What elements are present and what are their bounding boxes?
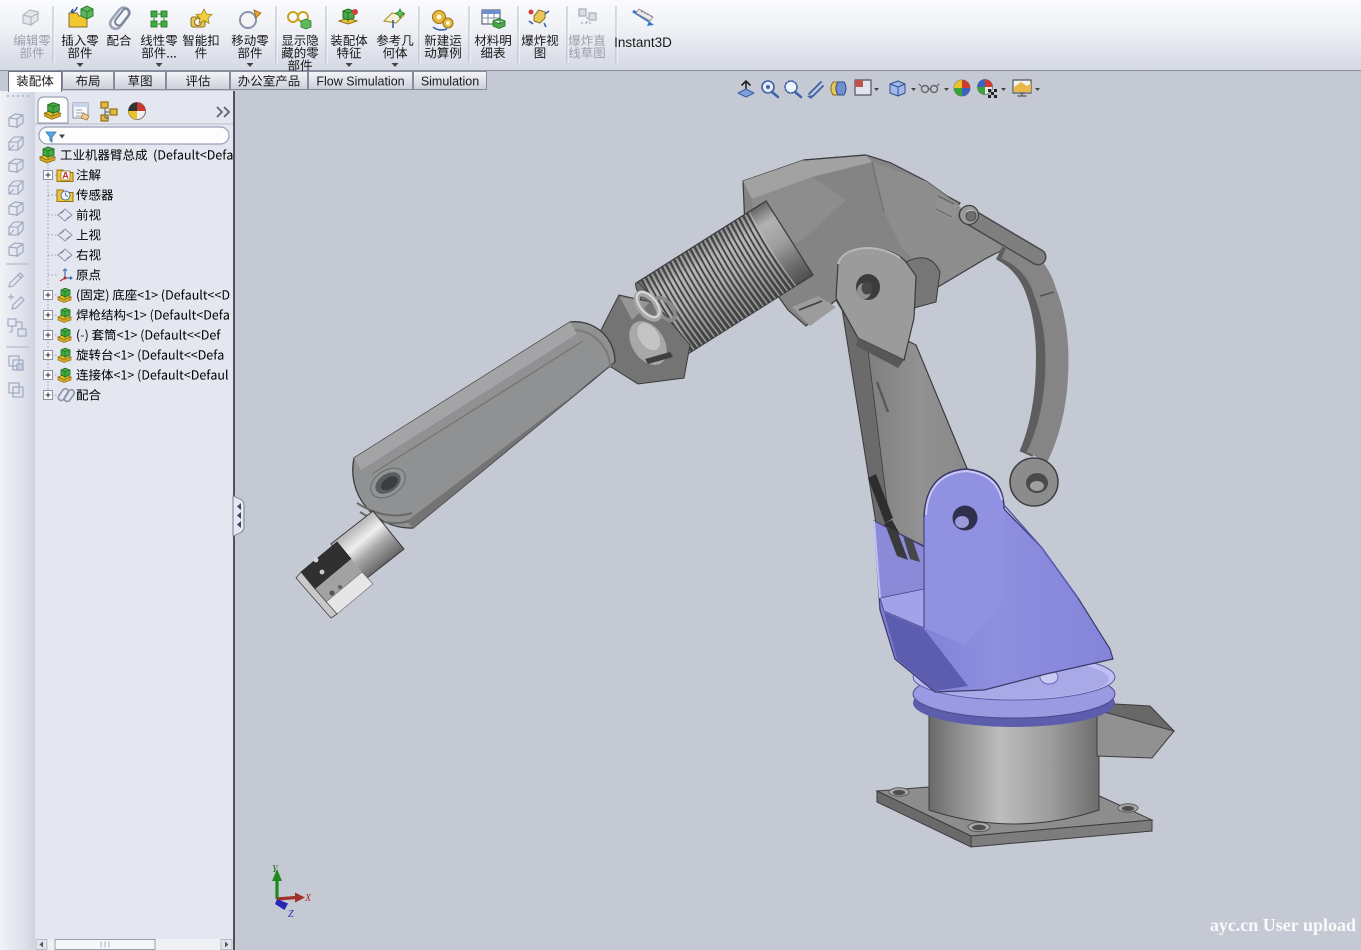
svg-text:Flow Simulation: Flow Simulation: [316, 75, 404, 89]
svg-text:X: X: [304, 893, 312, 904]
svg-text:A: A: [62, 171, 69, 181]
svg-text:Z: Z: [288, 909, 294, 920]
svg-text:Simulation: Simulation: [421, 75, 479, 89]
svg-text:Instant3D: Instant3D: [614, 35, 672, 50]
svg-text:ayc.cn User upload: ayc.cn User upload: [1210, 915, 1356, 935]
